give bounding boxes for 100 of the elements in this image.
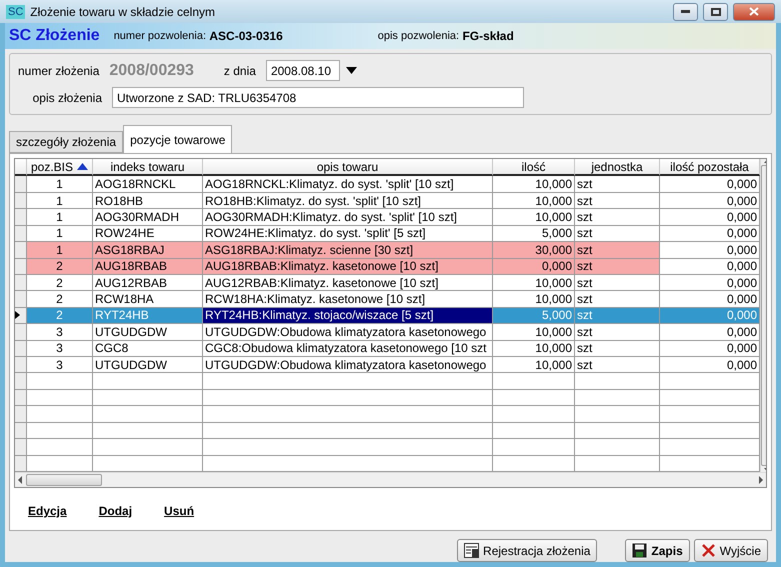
scroll-right-icon[interactable]: [759, 476, 763, 484]
permit-description-label: opis pozwolenia:: [378, 30, 460, 42]
table-cell: CGC8: [93, 340, 203, 358]
table-cell: szt: [575, 209, 660, 226]
table-cell: ROW24HE:Klimatyz. do syst. 'split' [5 szt]: [203, 226, 493, 242]
table-cell: AOG30RMADH:Klimatyz. do syst. 'split' [10 szt]: [203, 209, 493, 226]
table-cell: AUG18RBAB:Klimatyz. kasetonowe [10 szt]: [203, 258, 493, 275]
table-cell: szt: [575, 192, 660, 210]
table-cell: AOG18RNCKL: [93, 176, 203, 193]
row-header-cell[interactable]: [15, 357, 27, 374]
action-link[interactable]: Usuń: [164, 504, 194, 518]
column-header[interactable]: ilość pozostała: [660, 159, 760, 176]
row-header-cell[interactable]: [15, 406, 27, 423]
permit-description-value: FG-skład: [462, 29, 514, 43]
row-header-cell[interactable]: [15, 308, 27, 324]
table-cell: 2: [27, 291, 93, 308]
row-header-cell[interactable]: [15, 209, 27, 226]
action-link[interactable]: Edycja: [28, 504, 67, 518]
app-icon: SC: [6, 4, 26, 18]
register-button[interactable]: Rejestracja złożenia: [457, 539, 598, 562]
column-header[interactable]: poz.BIS: [27, 159, 93, 176]
row-header-cell[interactable]: [15, 274, 27, 292]
maximize-icon: [710, 8, 720, 16]
table-cell: 5,000: [493, 226, 575, 242]
table-cell: szt: [575, 242, 660, 258]
column-header[interactable]: jednostka: [575, 159, 660, 176]
scroll-left-icon[interactable]: [18, 476, 22, 484]
table-cell: 3: [27, 357, 93, 374]
table-cell: 0,000: [493, 258, 575, 275]
row-header-cell[interactable]: [15, 439, 27, 456]
table-cell: szt: [575, 274, 660, 292]
maximize-button[interactable]: [703, 2, 728, 20]
table-cell: 1: [27, 242, 93, 258]
table-cell: 5,000: [493, 308, 575, 324]
table-cell: 0,000: [660, 209, 760, 226]
table-cell: UTGUDGDW:Obudowa klimatyzatora kasetonowego: [203, 357, 493, 374]
table-cell: 3: [27, 340, 93, 358]
close-icon: [700, 543, 716, 558]
table-cell: UTGUDGDW: [93, 324, 203, 341]
table-cell: RYT24HB:Klimatyz. stojaco/wiszace [5 szt]: [203, 308, 493, 324]
minimize-icon: [681, 10, 690, 13]
number-value: 2008/00293: [109, 62, 194, 80]
row-header-cell[interactable]: [15, 242, 27, 258]
table-cell: 0,000: [660, 357, 760, 374]
corner-header-cell: [15, 159, 27, 176]
table-cell: 10,000: [493, 357, 575, 374]
row-header-cell[interactable]: [15, 373, 27, 390]
table-cell: 1: [27, 176, 93, 193]
table-cell: 1: [27, 209, 93, 226]
column-header[interactable]: ilość: [493, 159, 575, 176]
table-cell: 10,000: [493, 291, 575, 308]
number-label: numer złożenia: [18, 64, 100, 78]
horizontal-scrollbar[interactable]: [15, 472, 766, 487]
table-cell: 2: [27, 274, 93, 292]
date-field[interactable]: 2008.08.10: [266, 60, 340, 81]
table-cell: 10,000: [493, 192, 575, 210]
save-button[interactable]: Zapis: [625, 539, 690, 562]
table-cell: 0,000: [660, 324, 760, 341]
minimize-button[interactable]: [673, 2, 698, 20]
row-header-cell[interactable]: [15, 422, 27, 440]
table-cell: AUG12RBAB: [93, 274, 203, 292]
table-cell: 3: [27, 324, 93, 341]
table-cell: szt: [575, 324, 660, 341]
table-cell: AOG18RNCKL:Klimatyz. do syst. 'split' [10 szt]: [203, 176, 493, 193]
table-cell: 0,000: [660, 176, 760, 193]
row-header-cell[interactable]: [15, 390, 27, 406]
row-header-cell[interactable]: [15, 291, 27, 308]
exit-button[interactable]: Wyjście: [694, 539, 768, 562]
row-header-cell[interactable]: [15, 340, 27, 358]
tab[interactable]: szczegóły złożenia: [9, 131, 124, 153]
action-link[interactable]: Dodaj: [98, 504, 132, 518]
table-cell: szt: [575, 258, 660, 275]
table-cell: RYT24HB: [93, 308, 203, 324]
table-cell: AUG12RBAB:Klimatyz. kasetonowe [10 szt]: [203, 274, 493, 292]
row-header-cell[interactable]: [15, 192, 27, 210]
row-header-cell[interactable]: [15, 324, 27, 341]
table-cell: 2: [27, 308, 93, 324]
table-cell: RCW18HA:Klimatyz. kasetonowe [10 szt]: [203, 291, 493, 308]
table-cell: 10,000: [493, 340, 575, 358]
close-button[interactable]: [733, 2, 775, 20]
table-cell: 0,000: [660, 274, 760, 292]
permit-value: ASC-03-0316: [209, 29, 283, 43]
column-header[interactable]: indeks towaru: [93, 159, 203, 176]
row-header-cell[interactable]: [15, 258, 27, 275]
table-cell: ASG18RBAJ: [93, 242, 203, 258]
table-cell: 10,000: [493, 209, 575, 226]
table-cell: RCW18HA: [93, 291, 203, 308]
row-header-cell[interactable]: [15, 226, 27, 242]
window-title: Złożenie towaru w składzie celnym: [30, 4, 216, 18]
table-cell: 2: [27, 258, 93, 275]
table-cell: 30,000: [493, 242, 575, 258]
tab[interactable]: pozycje towarowe: [123, 125, 232, 153]
row-header-cell[interactable]: [15, 456, 27, 472]
row-header-cell[interactable]: [15, 176, 27, 193]
table-cell: UTGUDGDW: [93, 357, 203, 374]
table-cell: szt: [575, 357, 660, 374]
column-header[interactable]: opis towaru: [203, 159, 493, 176]
dropdown-arrow-icon[interactable]: [346, 67, 357, 74]
table-cell: 0,000: [660, 308, 760, 324]
description-field[interactable]: Utworzone z SAD: TRLU6354708: [112, 87, 524, 108]
